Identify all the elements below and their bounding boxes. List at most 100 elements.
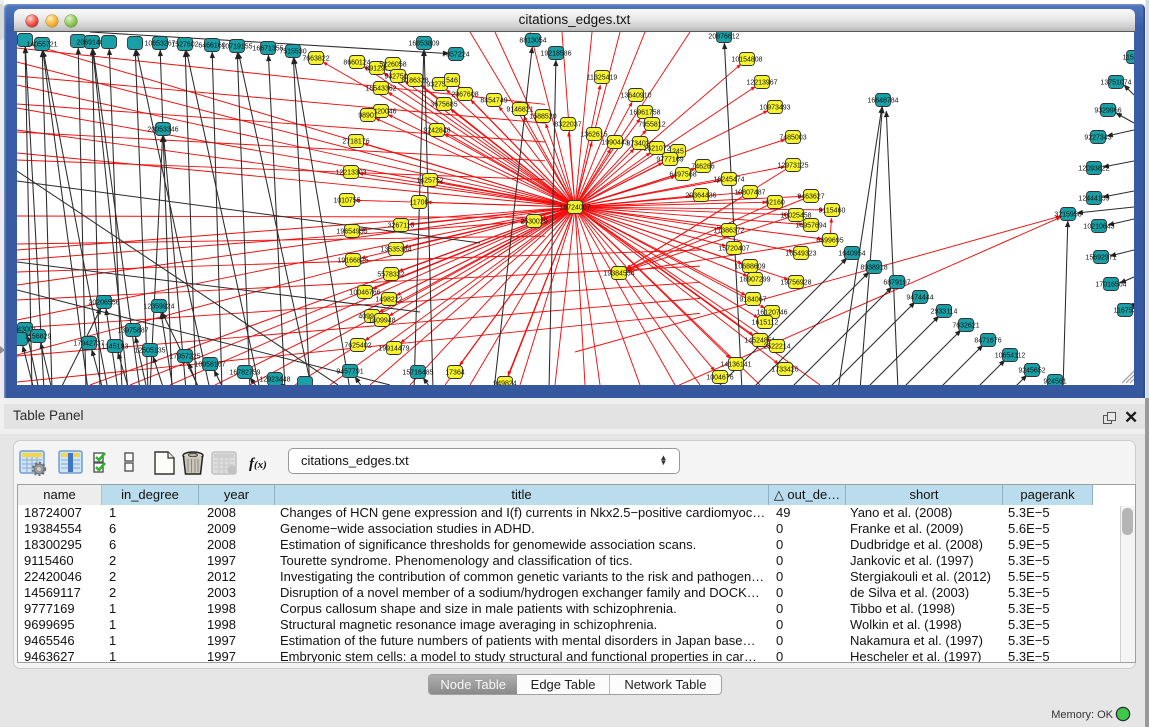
- svg-text:9242848: 9242848: [423, 128, 450, 135]
- svg-text:12359924: 12359924: [143, 304, 174, 311]
- svg-text:8322037: 8322037: [554, 122, 581, 129]
- svg-text:19756928: 19756928: [780, 280, 811, 287]
- svg-text:3267110: 3267110: [388, 223, 415, 230]
- svg-text:20053346: 20053346: [147, 127, 178, 134]
- svg-text:6497568: 6497568: [669, 172, 696, 179]
- svg-text:10973493: 10973493: [759, 105, 790, 112]
- svg-text:12213303: 12213303: [335, 170, 366, 177]
- svg-text:7515530: 7515530: [279, 49, 306, 56]
- svg-text:62160: 62160: [765, 200, 785, 207]
- svg-text:7625402: 7625402: [344, 343, 371, 350]
- svg-text:16853809: 16853809: [408, 41, 439, 48]
- svg-text:12923448: 12923448: [259, 377, 290, 384]
- svg-text:116753: 116753: [1114, 308, 1134, 315]
- svg-text:9329966: 9329966: [1094, 108, 1121, 115]
- svg-text:2967608: 2967608: [451, 92, 478, 99]
- svg-text:8938918: 8938918: [860, 265, 887, 272]
- svg-text:7955812: 7955812: [638, 122, 665, 129]
- svg-text:7632621: 7632621: [952, 323, 979, 330]
- svg-text:20876612: 20876612: [708, 34, 739, 41]
- svg-text:9777169: 9777169: [656, 157, 683, 164]
- svg-text:20364436: 20364436: [685, 193, 716, 200]
- svg-text:11325419: 11325419: [587, 75, 618, 82]
- svg-text:15716485: 15716485: [402, 370, 433, 377]
- svg-text:1409948: 1409948: [368, 318, 395, 325]
- svg-text:13751074: 13751074: [1100, 80, 1131, 87]
- svg-text:17016504: 17016504: [1095, 282, 1126, 289]
- svg-text:949824: 949824: [493, 381, 516, 385]
- svg-text:(x): (x): [254, 459, 267, 471]
- svg-text:1156829: 1156829: [25, 334, 52, 341]
- svg-text:19914479: 19914479: [378, 346, 409, 353]
- svg-text:9463627: 9463627: [797, 194, 824, 201]
- svg-text:10958107: 10958107: [194, 362, 225, 369]
- svg-text:20206556: 20206556: [88, 300, 119, 307]
- svg-text:12093822: 12093822: [1078, 166, 1109, 173]
- svg-text:6879197: 6879197: [883, 280, 910, 287]
- svg-text:7857224: 7857224: [442, 52, 469, 59]
- svg-text:3215958: 3215958: [1054, 212, 1081, 219]
- svg-text:13640910: 13640910: [620, 93, 651, 100]
- svg-text:19218586: 19218586: [540, 51, 571, 58]
- svg-text:2718176: 2718176: [342, 139, 369, 146]
- svg-text:17386372: 17386372: [713, 228, 744, 235]
- svg-text:14136141: 14136141: [720, 362, 751, 369]
- svg-text:746266: 746266: [691, 164, 714, 171]
- svg-text:12973125: 12973125: [777, 163, 808, 170]
- svg-text:16549323: 16549323: [785, 251, 816, 258]
- svg-text:9146821: 9146821: [506, 107, 533, 114]
- svg-text:14055721: 14055721: [26, 42, 57, 49]
- svg-text:8454749: 8454749: [480, 98, 507, 105]
- svg-text:18907299: 18907299: [739, 277, 770, 284]
- svg-text:9245652: 9245652: [1018, 368, 1045, 375]
- svg-text:15720407: 15720407: [718, 246, 749, 253]
- svg-text:19166825: 19166825: [337, 258, 368, 265]
- svg-text:1990443: 1990443: [601, 140, 628, 147]
- svg-text:546: 546: [446, 78, 458, 85]
- svg-text:17364: 17364: [445, 370, 465, 377]
- svg-text:1615112: 1615112: [752, 320, 779, 327]
- svg-text:1425752: 1425752: [416, 178, 443, 185]
- svg-text:1621072: 1621072: [643, 146, 670, 153]
- svg-text:1362615: 1362615: [580, 132, 607, 139]
- svg-text:1733426: 1733426: [771, 367, 798, 374]
- svg-text:10719155: 10719155: [221, 44, 252, 51]
- svg-text:9474444: 9474444: [906, 295, 933, 302]
- svg-text:1588520: 1588520: [529, 114, 556, 121]
- svg-text:17957225: 17957225: [169, 354, 200, 361]
- svg-text:1640954: 1640954: [838, 251, 865, 258]
- svg-text:16782759: 16782759: [229, 370, 260, 377]
- svg-text:10046766: 10046766: [349, 290, 380, 297]
- svg-text:2933114: 2933114: [931, 309, 958, 316]
- svg-text:7485003: 7485003: [779, 135, 806, 142]
- svg-text:2522214: 2522214: [763, 344, 790, 351]
- svg-text:12444159: 12444159: [1078, 196, 1109, 203]
- svg-text:10688609: 10688609: [734, 264, 765, 271]
- svg-text:8813054: 8813054: [519, 38, 546, 45]
- svg-text:98901: 98901: [358, 113, 378, 120]
- svg-text:115155: 115155: [1123, 55, 1134, 62]
- svg-text:16543362: 16543362: [365, 86, 396, 93]
- svg-text:14957694: 14957694: [795, 223, 826, 230]
- svg-text:11700: 11700: [410, 200, 429, 207]
- svg-text:9115460: 9115460: [819, 208, 846, 215]
- svg-text:8186328: 8186328: [401, 78, 428, 85]
- svg-text:924561: 924561: [1043, 379, 1066, 385]
- svg-text:16245474: 16245474: [713, 177, 744, 184]
- svg-text:15692971: 15692971: [1085, 255, 1116, 262]
- svg-text:5226058: 5226058: [379, 62, 406, 69]
- svg-text:10154808: 10154808: [731, 57, 762, 64]
- svg-text:17942737: 17942737: [73, 341, 104, 348]
- svg-text:10654112: 10654112: [995, 353, 1026, 360]
- svg-text:0699695: 0699695: [816, 238, 843, 245]
- svg-text:19384554: 19384554: [603, 271, 634, 278]
- svg-text:9227343: 9227343: [1084, 135, 1111, 142]
- svg-text:7663822: 7663822: [302, 56, 329, 63]
- svg-text:16961758: 16961758: [629, 110, 660, 117]
- svg-text:13535384: 13535384: [380, 247, 411, 254]
- svg-text:12505135: 12505135: [134, 348, 165, 355]
- svg-text:13975887: 13975887: [117, 328, 148, 335]
- svg-text:10210643: 10210643: [1083, 224, 1114, 231]
- svg-text:12213967: 12213967: [746, 80, 777, 87]
- svg-text:1527602: 1527602: [171, 42, 198, 49]
